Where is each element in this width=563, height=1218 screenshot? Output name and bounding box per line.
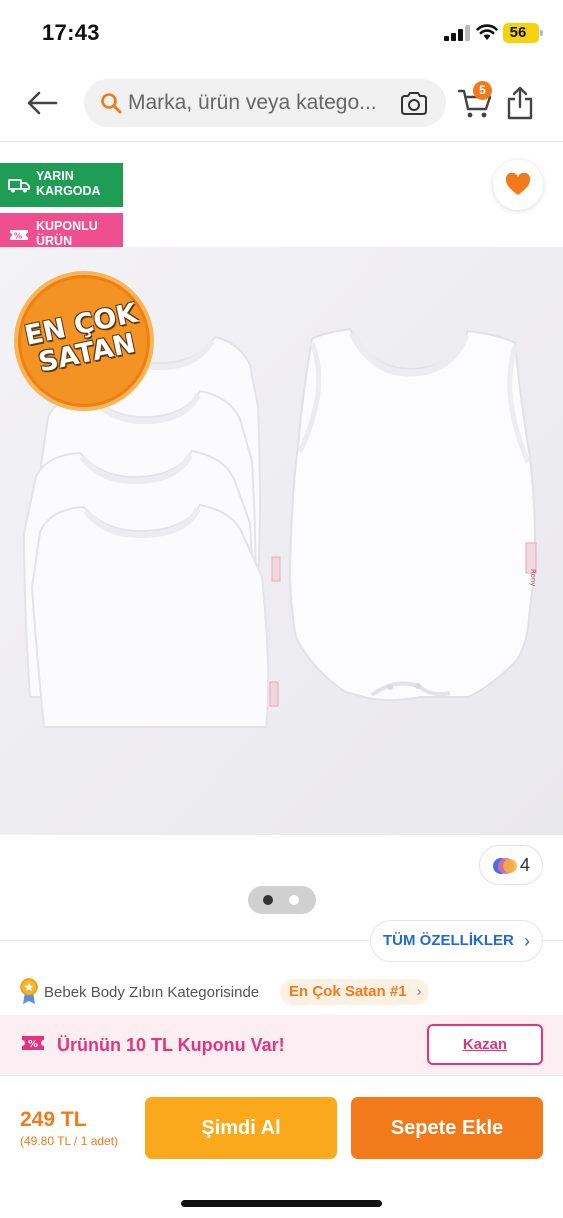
search-input[interactable] [128, 79, 398, 127]
back-button[interactable] [22, 86, 62, 120]
search-box[interactable] [84, 79, 446, 127]
coupon-icon: % [22, 1036, 44, 1050]
all-features-button[interactable]: TÜM ÖZELLİKLER › [370, 920, 543, 962]
purchase-bar: 249 TL (49.80 TL / 1 adet) Şimdi Al Sepe… [0, 1075, 563, 1218]
buy-now-button[interactable]: Şimdi Al [145, 1097, 337, 1159]
price: 249 TL [20, 1108, 87, 1131]
wifi-icon [476, 24, 498, 40]
status-bar: 17:43 56 [0, 0, 563, 64]
truck-icon [8, 179, 30, 193]
claim-coupon-button[interactable]: Kazan [427, 1024, 543, 1065]
unit-price: (49.80 TL / 1 adet) [20, 1134, 119, 1148]
coupon-ticket-icon: % [10, 230, 28, 241]
garment-tag-text: Rony [529, 569, 537, 586]
all-features-label: TÜM ÖZELLİKLER [383, 932, 514, 949]
heart-icon [505, 173, 531, 195]
pager-dot-1[interactable] [263, 895, 273, 905]
medal-icon [20, 978, 38, 1004]
coupon-product-label: KUPONLU ÜRÜN [36, 219, 98, 248]
color-palette-icon [493, 858, 517, 874]
color-count: 4 [520, 855, 531, 875]
coupon-bar: % Ürünün 10 TL Kuponu Var! Kazan [0, 1015, 563, 1074]
favorite-button[interactable] [493, 160, 543, 210]
status-time: 17:43 [42, 20, 100, 45]
svg-text:%: % [28, 1039, 38, 1050]
next-day-shipping-badge: YARIN KARGODA [0, 163, 123, 207]
cart-count-badge: 5 [473, 81, 492, 100]
category-rank-row: Bebek Body Zıbın Kategorisinde En Çok Sa… [0, 975, 563, 1011]
battery-icon: 56 [503, 23, 543, 43]
svg-text:%: % [14, 232, 22, 241]
chevron-right-icon: › [524, 931, 530, 951]
arrow-left-icon [27, 91, 58, 115]
search-icon [101, 93, 122, 114]
next-day-shipping-label: YARIN KARGODA [36, 169, 101, 198]
home-indicator[interactable] [181, 1200, 382, 1207]
coupon-text: Ürünün 10 TL Kuponu Var! [57, 1035, 285, 1055]
pager-dot-2[interactable] [289, 895, 299, 905]
chevron-right-icon: › [416, 983, 422, 1000]
color-options-button[interactable]: 4 [479, 845, 543, 885]
best-seller-rank-label: En Çok Satan #1 [289, 983, 407, 1000]
best-seller-rank-link[interactable]: En Çok Satan #1 › [280, 979, 429, 1005]
camera-search-icon[interactable] [400, 90, 428, 116]
add-to-cart-button[interactable]: Sepete Ekle [351, 1097, 543, 1159]
top-navigation: 5 [0, 64, 563, 142]
category-text: Bebek Body Zıbın Kategorisinde [44, 984, 260, 1001]
share-icon[interactable] [506, 86, 534, 120]
signal-icon [444, 25, 470, 41]
best-seller-ribbon: EN ÇOK SATAN [14, 271, 154, 411]
image-pager[interactable] [248, 886, 316, 914]
battery-level: 56 [509, 24, 527, 41]
best-seller-ribbon-text: EN ÇOK SATAN [21, 297, 141, 379]
